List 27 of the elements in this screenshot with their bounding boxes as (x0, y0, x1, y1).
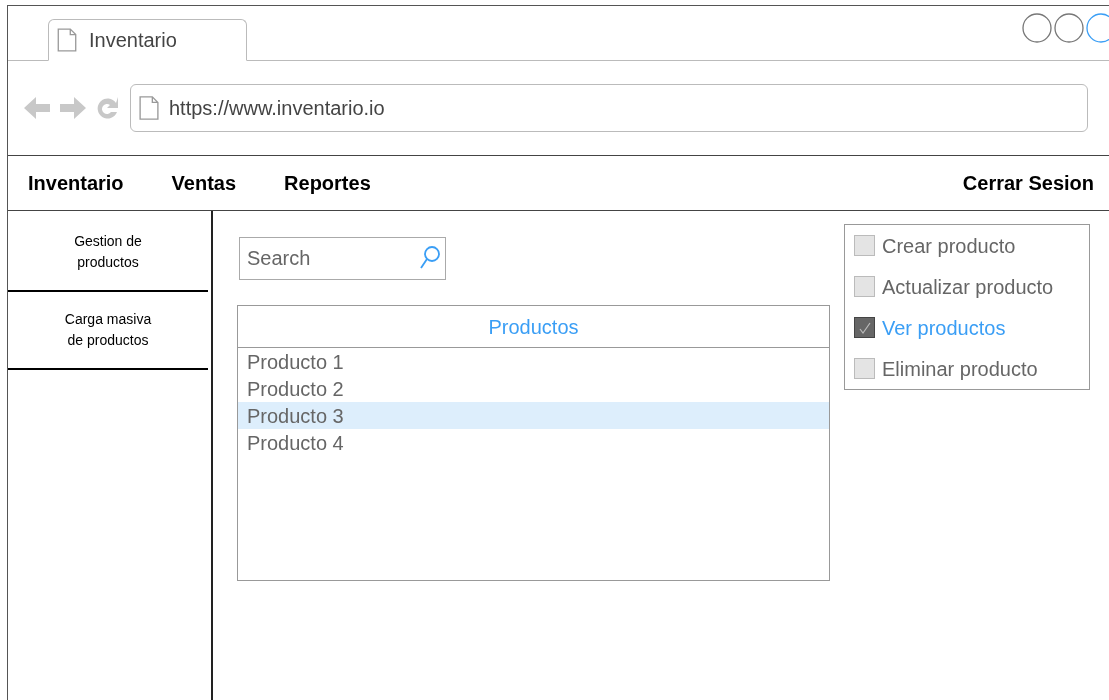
page-icon (139, 95, 159, 121)
search-icon[interactable] (419, 245, 441, 271)
nav-link[interactable]: Ventas (171, 168, 237, 198)
window-control-icon[interactable] (1022, 13, 1052, 43)
checkbox-label[interactable]: Crear producto (882, 230, 1016, 261)
list-item[interactable]: Producto 3 (238, 402, 829, 429)
check-icon (857, 320, 872, 335)
forward-arrow-icon[interactable] (58, 94, 88, 122)
address-bar[interactable]: https://www.inventario.io (130, 84, 1088, 132)
checkbox[interactable] (854, 235, 875, 256)
checkbox[interactable] (854, 358, 875, 379)
list-title: Productos (488, 314, 579, 340)
nav-link[interactable]: Reportes (284, 168, 371, 198)
sidebar-item[interactable]: Carga masiva de productos (8, 292, 208, 370)
checkbox-label[interactable]: Actualizar producto (882, 271, 1054, 302)
window-control-icon[interactable] (1086, 13, 1109, 43)
checkbox-label[interactable]: Eliminar producto (882, 353, 1038, 384)
checkbox[interactable] (854, 317, 875, 338)
browser-tab[interactable]: Inventario (48, 19, 247, 61)
checkbox[interactable] (854, 276, 875, 297)
back-arrow-icon[interactable] (22, 94, 52, 122)
nav-link[interactable]: Inventario (28, 168, 124, 198)
sidebar-item[interactable]: Gestion de productos (8, 214, 208, 292)
window-control-icon[interactable] (1054, 13, 1084, 43)
logout-link[interactable]: Cerrar Sesion (962, 168, 1094, 198)
search-field[interactable]: Search (239, 237, 446, 280)
page-icon (57, 28, 77, 52)
